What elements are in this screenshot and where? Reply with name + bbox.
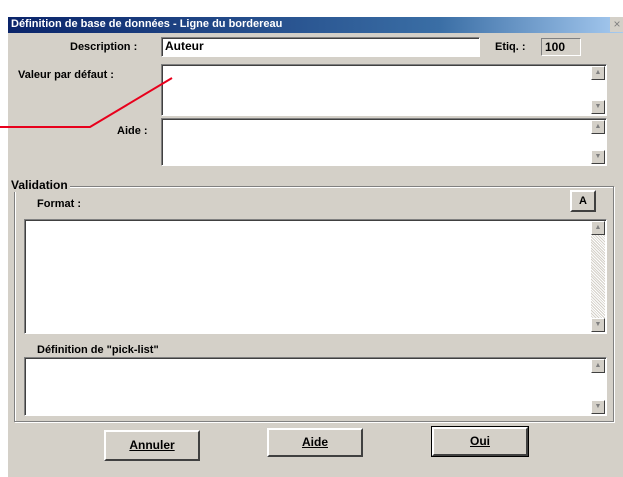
title-bar[interactable]: Définition de base de données - Ligne du…: [8, 17, 623, 33]
scroll-up-icon[interactable]: ▲: [591, 66, 605, 80]
close-icon[interactable]: ×: [610, 17, 623, 32]
scroll-down-icon[interactable]: ▼: [591, 100, 605, 114]
default-value-textarea[interactable]: ▲ ▼: [161, 64, 607, 116]
help-button[interactable]: Aide: [267, 428, 363, 457]
tag-field[interactable]: 100: [541, 38, 581, 56]
scroll-down-icon[interactable]: ▼: [591, 400, 605, 414]
cancel-button-label: Annuler: [129, 438, 175, 452]
scroll-down-icon[interactable]: ▼: [591, 150, 605, 164]
help-label: Aide :: [117, 125, 148, 137]
scroll-up-icon[interactable]: ▲: [591, 221, 605, 235]
scroll-down-icon[interactable]: ▼: [591, 318, 605, 332]
help-scrollbar[interactable]: ▲ ▼: [591, 120, 605, 164]
validation-group-label: Validation: [11, 178, 70, 192]
cancel-button[interactable]: Annuler: [104, 430, 200, 461]
tag-label: Etiq. :: [495, 41, 526, 53]
description-input[interactable]: Auteur: [161, 37, 480, 57]
font-button[interactable]: A: [570, 190, 596, 212]
ok-button[interactable]: Oui: [431, 426, 529, 457]
ok-button-label: Oui: [470, 434, 490, 448]
description-label: Description :: [70, 41, 138, 53]
format-label: Format :: [37, 198, 81, 210]
default-value-scrollbar[interactable]: ▲ ▼: [591, 66, 605, 114]
description-value: Auteur: [165, 39, 204, 53]
picklist-scrollbar[interactable]: ▲ ▼: [591, 359, 605, 414]
format-textarea[interactable]: ▲ ▼: [24, 219, 607, 334]
default-value-label: Valeur par défaut :: [18, 69, 114, 81]
format-scrollbar[interactable]: ▲ ▼: [591, 221, 605, 332]
scroll-up-icon[interactable]: ▲: [591, 359, 605, 373]
help-button-label: Aide: [301, 435, 328, 449]
help-textarea[interactable]: ▲ ▼: [161, 118, 607, 166]
scroll-up-icon[interactable]: ▲: [591, 120, 605, 134]
picklist-textarea[interactable]: ▲ ▼: [24, 357, 607, 416]
window-title: Définition de base de données - Ligne du…: [11, 18, 283, 30]
picklist-label: Définition de "pick-list": [37, 344, 159, 356]
font-icon: A: [579, 195, 587, 207]
